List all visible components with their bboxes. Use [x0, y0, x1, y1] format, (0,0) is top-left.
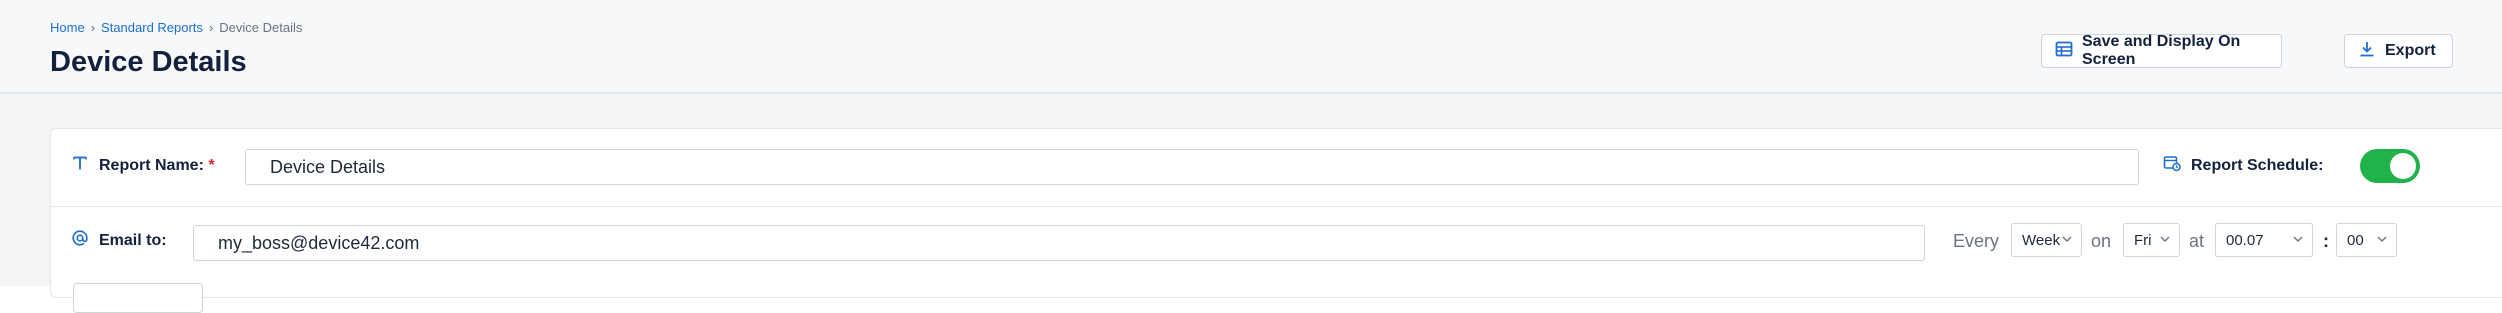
text-type-icon — [71, 154, 89, 177]
breadcrumb-home[interactable]: Home — [50, 20, 85, 35]
export-button-label: Export — [2385, 42, 2436, 59]
hour-value: 00.07 — [2226, 231, 2264, 249]
report-name-input[interactable]: Device Details — [245, 149, 2139, 185]
email-label: Email to: — [71, 229, 167, 252]
frequency-select[interactable]: Week — [2011, 223, 2082, 257]
row-divider — [51, 206, 2502, 207]
email-label-text: Email to: — [99, 231, 167, 249]
chevron-down-icon — [2292, 232, 2304, 249]
day-value: Fri — [2134, 231, 2152, 249]
breadcrumb-standard-reports[interactable]: Standard Reports — [101, 20, 203, 35]
report-name-label-text: Report Name: — [99, 156, 204, 174]
on-text: on — [2091, 231, 2112, 251]
day-select[interactable]: Fri — [2123, 223, 2180, 257]
breadcrumb: Home › Standard Reports › Device Details — [50, 20, 302, 35]
page-header: Home › Standard Reports › Device Details… — [0, 0, 2502, 94]
partially-visible-control[interactable] — [73, 283, 203, 313]
toggle-knob — [2390, 153, 2416, 179]
page: Home › Standard Reports › Device Details… — [0, 0, 2502, 313]
breadcrumb-current: Device Details — [219, 20, 303, 35]
export-button[interactable]: Export — [2344, 34, 2453, 68]
minute-select[interactable]: 00 — [2336, 223, 2397, 257]
calendar-clock-icon — [2163, 154, 2181, 177]
report-schedule-label-text: Report Schedule: — [2191, 156, 2324, 174]
at-sign-icon — [71, 229, 89, 252]
minute-value: 00 — [2347, 231, 2364, 249]
breadcrumb-separator: › — [90, 20, 96, 35]
save-and-display-button[interactable]: Save and Display On Screen — [2041, 33, 2282, 68]
time-colon: : — [2323, 231, 2329, 251]
page-title: Device Details — [50, 46, 247, 78]
frequency-value: Week — [2022, 231, 2061, 249]
chevron-down-icon — [2061, 232, 2073, 249]
chevron-down-icon — [2159, 232, 2171, 249]
download-icon — [2358, 40, 2376, 63]
at-text: at — [2189, 231, 2205, 251]
chevron-down-icon — [2376, 232, 2388, 249]
required-mark: * — [208, 156, 215, 174]
table-icon — [2055, 40, 2073, 63]
breadcrumb-separator: › — [208, 20, 214, 35]
every-text: Every — [1953, 231, 2000, 251]
report-name-label: Report Name: * — [71, 154, 215, 177]
report-schedule-toggle[interactable] — [2360, 149, 2420, 183]
report-settings-card: Report Name: * Device Details Report Sch… — [50, 128, 2502, 313]
save-button-label: Save and Display On Screen — [2082, 33, 2241, 68]
hour-select[interactable]: 00.07 — [2215, 223, 2313, 257]
email-input[interactable]: my_boss@device42.com — [193, 225, 1925, 261]
report-schedule-label: Report Schedule: — [2163, 154, 2323, 177]
